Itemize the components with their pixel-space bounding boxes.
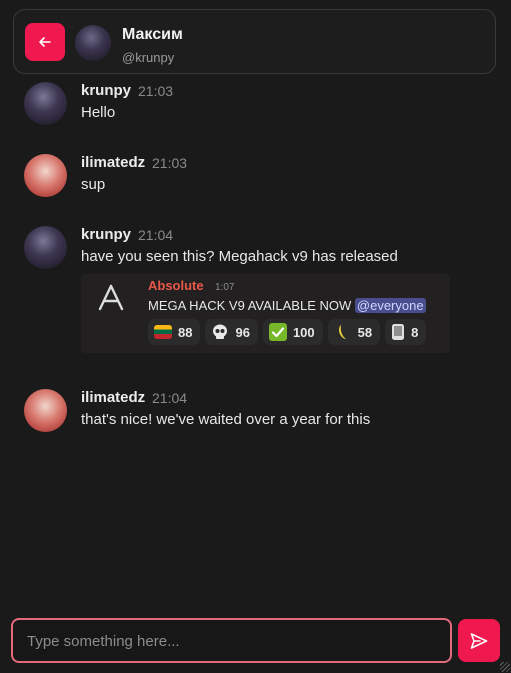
reaction-phone[interactable]: 8 xyxy=(385,319,427,345)
phone-icon xyxy=(392,324,405,340)
mention-everyone[interactable]: @everyone xyxy=(354,298,426,313)
embed-text-content: MEGA HACK V9 AVAILABLE NOW xyxy=(148,298,352,313)
chat-header: Максим @krunpy xyxy=(13,9,496,74)
message-time: 21:03 xyxy=(138,83,174,99)
message-author[interactable]: krunpy xyxy=(81,82,131,99)
send-icon xyxy=(470,632,488,649)
avatar[interactable] xyxy=(24,226,67,269)
reaction-skull[interactable]: 96 xyxy=(205,319,258,345)
embed-time: 1:07 xyxy=(215,282,235,293)
reaction-banana[interactable]: 58 xyxy=(327,319,381,345)
message-author[interactable]: ilimatedz xyxy=(81,389,145,406)
message-author[interactable]: krunpy xyxy=(81,226,131,243)
message-text: that's nice! we've waited over a year fo… xyxy=(81,411,371,428)
message-time: 21:03 xyxy=(152,155,188,171)
message-text: sup xyxy=(81,176,106,193)
avatar[interactable] xyxy=(24,389,67,432)
message-time: 21:04 xyxy=(152,390,188,406)
reaction-check-mark[interactable]: 100 xyxy=(262,319,323,345)
send-button[interactable] xyxy=(458,619,500,662)
message-embed[interactable]: Absolute 1:07 MEGA HACK V9 AVAILABLE NOW… xyxy=(81,274,450,353)
embed-author[interactable]: Absolute xyxy=(148,278,204,293)
arrow-left-icon xyxy=(39,37,51,47)
avatar[interactable] xyxy=(75,25,111,61)
reaction-lithuania-flag[interactable]: 88 xyxy=(148,319,201,345)
reaction-count: 100 xyxy=(292,324,315,340)
message-time: 21:04 xyxy=(138,227,174,243)
skull-icon xyxy=(213,324,228,339)
resize-handle[interactable] xyxy=(500,662,510,672)
message-composer xyxy=(11,618,452,663)
banana-icon xyxy=(338,325,346,339)
message-author[interactable]: ilimatedz xyxy=(81,154,145,171)
reaction-count: 96 xyxy=(235,324,250,340)
reactions-row: 88 96 100 58 8 xyxy=(148,319,427,345)
embed-text: MEGA HACK V9 AVAILABLE NOW @everyone xyxy=(148,298,426,313)
reaction-count: 8 xyxy=(411,324,419,340)
reaction-count: 58 xyxy=(357,324,373,340)
message-text: have you seen this? Megahack v9 has rele… xyxy=(81,248,398,265)
contact-handle: @krunpy xyxy=(122,50,175,65)
back-button[interactable] xyxy=(25,23,65,61)
check-mark-icon xyxy=(268,323,287,341)
message-input[interactable] xyxy=(25,620,439,663)
avatar[interactable] xyxy=(24,154,67,197)
absolute-logo-icon xyxy=(98,284,124,311)
avatar[interactable] xyxy=(24,82,67,125)
message-text: Hello xyxy=(81,104,116,121)
reaction-count: 88 xyxy=(178,324,193,340)
contact-name: Максим xyxy=(122,26,183,43)
lithuania-flag-icon xyxy=(154,325,172,339)
